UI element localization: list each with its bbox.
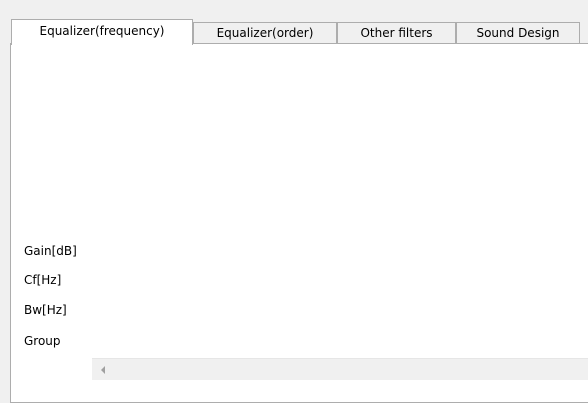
cf-label: Cf[Hz] xyxy=(24,273,62,287)
bw-label: Bw[Hz] xyxy=(24,303,67,317)
tab-equalizer-order[interactable]: Equalizer(order) xyxy=(193,22,337,43)
group-label: Group xyxy=(24,334,61,348)
tab-other-filters[interactable]: Other filters xyxy=(337,22,456,43)
tab-sound-design[interactable]: Sound Design xyxy=(456,22,580,43)
tab-equalizer-frequency[interactable]: Equalizer(frequency) xyxy=(11,19,193,45)
chevron-left-icon[interactable] xyxy=(92,359,113,380)
tab-strip: Equalizer(frequency) Equalizer(order) Ot… xyxy=(0,0,588,45)
tab-panel xyxy=(10,43,588,403)
gain-label: Gain[dB] xyxy=(24,244,77,258)
horizontal-scrollbar[interactable] xyxy=(92,358,588,380)
